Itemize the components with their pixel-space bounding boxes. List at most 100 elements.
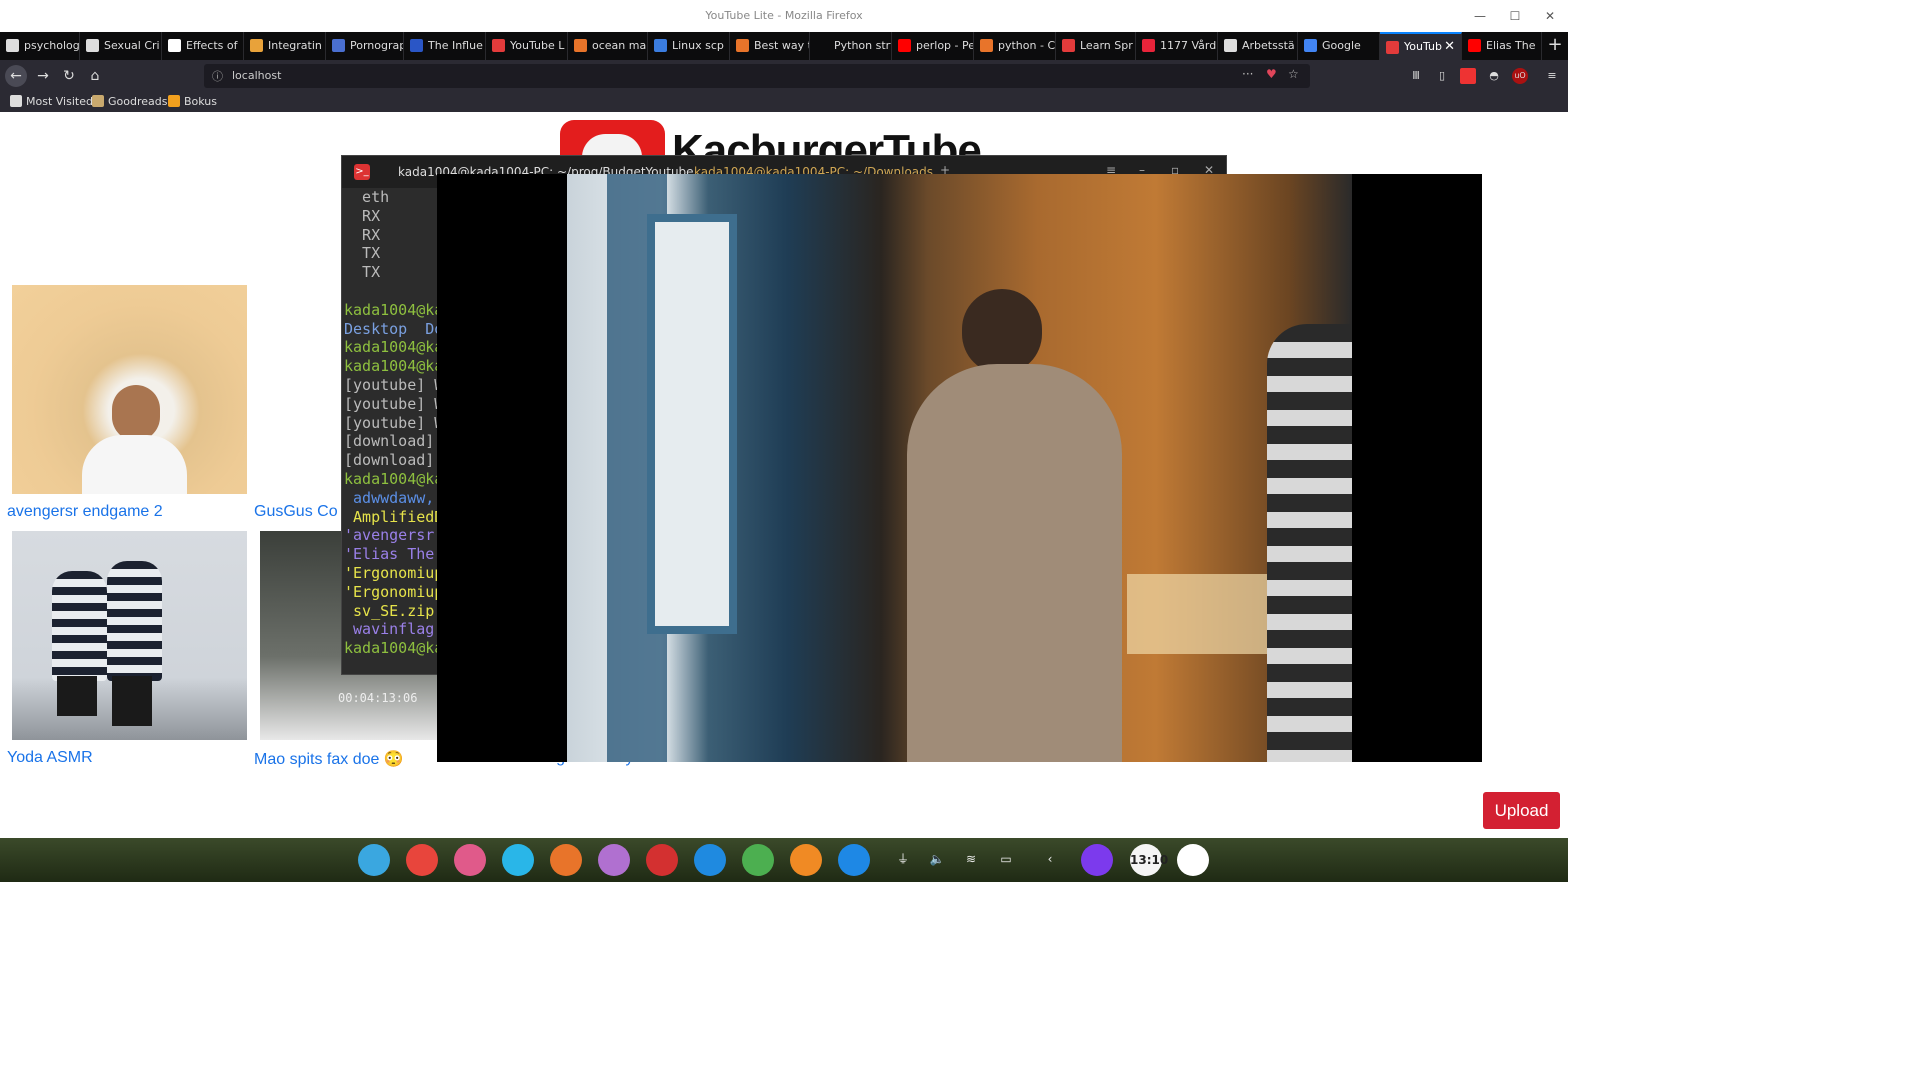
video-title[interactable]: Yoda ASMR [7,749,93,767]
url-bar[interactable]: ⓘ localhost ··· ♥ ☆ [204,64,1310,88]
tab-favicon-icon [816,39,829,52]
wifi-icon[interactable]: ≋ [962,850,980,868]
menu-icon[interactable]: ≡ [1544,68,1560,84]
pocket-icon[interactable]: ♥ [1266,67,1277,81]
tab-favicon-icon [492,39,505,52]
extension-red-icon[interactable] [1460,68,1476,84]
browser-tab[interactable]: YouTub ✕ [1380,32,1462,60]
video-thumbnail[interactable] [12,285,247,494]
terminal-line: AmplifiedD [344,507,440,526]
terminal-app-icon: >_ [354,164,370,180]
browser-tab[interactable]: Arbetsstä [1218,32,1298,60]
bookmark-star-icon[interactable]: ☆ [1288,67,1299,81]
terminal-line: wavinflag. [344,620,440,639]
bookmark-icon [168,95,180,107]
browser-tab[interactable]: Elias The [1462,32,1542,60]
usb-icon[interactable]: ⏚ [894,850,912,868]
video-title[interactable]: avengersr endgame 2 [7,503,163,521]
site-info-icon[interactable]: ⓘ [212,68,223,84]
terminal-line: kada1004@ka [344,338,440,357]
power-icon[interactable] [1081,844,1113,876]
video-title[interactable]: GusGus Co [254,503,338,521]
close-tab-icon[interactable]: ✕ [1444,34,1455,60]
tab-label: Best way t [754,39,810,52]
bookmark-item[interactable]: Bokus [168,95,217,108]
terminal-line: [youtube] W [344,413,440,432]
browser-tab[interactable]: python - C [974,32,1056,60]
navigation-toolbar: ← → ↻ ⌂ ⓘ localhost ··· ♥ ☆ Ⅲ ▯ ◓ uO ≡ [0,60,1568,92]
browser-tab[interactable]: Google [1298,32,1380,60]
tab-label: Sexual Cri [104,39,160,52]
settings-icon[interactable] [790,844,822,876]
terminal-line: [download] [344,432,435,451]
tab-label: Learn Spr [1080,39,1133,52]
terminal-output[interactable]: eth RX RX TX TX kada1004@ka Desktop Do kada… [344,188,440,678]
terminal-line: TX [344,263,381,282]
atom-icon[interactable] [742,844,774,876]
tab-label: YouTub [1404,40,1442,53]
browser-tab[interactable]: Sexual Cri [80,32,162,60]
video-thumbnail[interactable] [12,531,247,740]
files-icon[interactable] [502,844,534,876]
forward-button[interactable]: → [32,65,54,87]
extension-icon[interactable]: ◓ [1486,68,1502,84]
skype-icon[interactable] [694,844,726,876]
browser-tab[interactable]: 1177 Vård [1136,32,1218,60]
tab-favicon-icon [6,39,19,52]
tab-favicon-icon [1386,41,1399,54]
tab-favicon-icon [1468,39,1481,52]
tray-expand-icon[interactable]: ‹ [1041,850,1059,868]
browser-tab[interactable]: ocean ma [568,32,648,60]
clock[interactable]: 13:10 [1130,844,1168,876]
terminal-icon[interactable] [646,844,678,876]
browser-tab[interactable]: YouTube L [486,32,568,60]
taskbar: ⏚ 🔈 ≋ ▭ ‹ 13:10 [0,838,1568,882]
browser-tab[interactable]: Best way t [730,32,810,60]
grid-apps-icon[interactable] [406,844,438,876]
url-text[interactable]: localhost [232,69,281,82]
battery-icon[interactable]: ▭ [997,850,1015,868]
browser-tab[interactable]: Integratin [244,32,326,60]
tab-label: 1177 Vård [1160,39,1217,52]
thumbnail-timestamp: 00:04:13:06 [338,691,418,705]
tab-label: python - C [998,39,1056,52]
terminal-line: kada1004@ka [344,357,440,376]
terminal-line: [youtube] W [344,394,440,413]
terminal-line: Desktop Do [344,319,440,338]
launcher-icon[interactable] [358,844,390,876]
browser-icon[interactable] [550,844,582,876]
media-player-icon[interactable] [838,844,870,876]
browser-tab[interactable]: Learn Spr [1056,32,1136,60]
bookmark-item[interactable]: Most Visited [10,95,93,108]
library-icon[interactable]: Ⅲ [1408,68,1424,84]
upload-button[interactable]: Upload [1483,792,1560,829]
new-tab-button[interactable]: + [1544,32,1566,60]
video-player[interactable] [437,174,1482,762]
video-frame[interactable] [567,174,1352,762]
browser-tab[interactable]: Python strftim [810,32,892,60]
lollypop-icon[interactable] [454,844,486,876]
sidebar-icon[interactable]: ▯ [1434,68,1450,84]
minimize-button[interactable]: — [1470,6,1490,26]
reload-button[interactable]: ↻ [58,65,80,87]
paint-icon[interactable] [598,844,630,876]
video-title[interactable]: Mao spits fax doe 😳 [254,749,404,769]
ublock-icon[interactable]: uO [1512,68,1528,84]
terminal-line: RX [344,225,381,244]
trash-icon[interactable] [1177,844,1209,876]
page-actions-icon[interactable]: ··· [1242,67,1253,81]
back-button[interactable]: ← [5,65,27,87]
maximize-button[interactable]: ☐ [1505,6,1525,26]
browser-tab[interactable]: perlop - Pe [892,32,974,60]
volume-icon[interactable]: 🔈 [928,850,946,868]
home-button[interactable]: ⌂ [84,65,106,87]
close-window-button[interactable]: ✕ [1540,6,1560,26]
browser-tab[interactable]: Pornograp [326,32,404,60]
bookmark-item[interactable]: Goodreads [92,95,167,108]
bookmark-label: Bokus [184,95,218,108]
browser-tab[interactable]: Effects of [162,32,244,60]
browser-tab[interactable]: The Influe [404,32,486,60]
browser-tab[interactable]: psycholog [0,32,80,60]
terminal-line: RX [344,206,381,225]
browser-tab[interactable]: Linux scp [648,32,730,60]
